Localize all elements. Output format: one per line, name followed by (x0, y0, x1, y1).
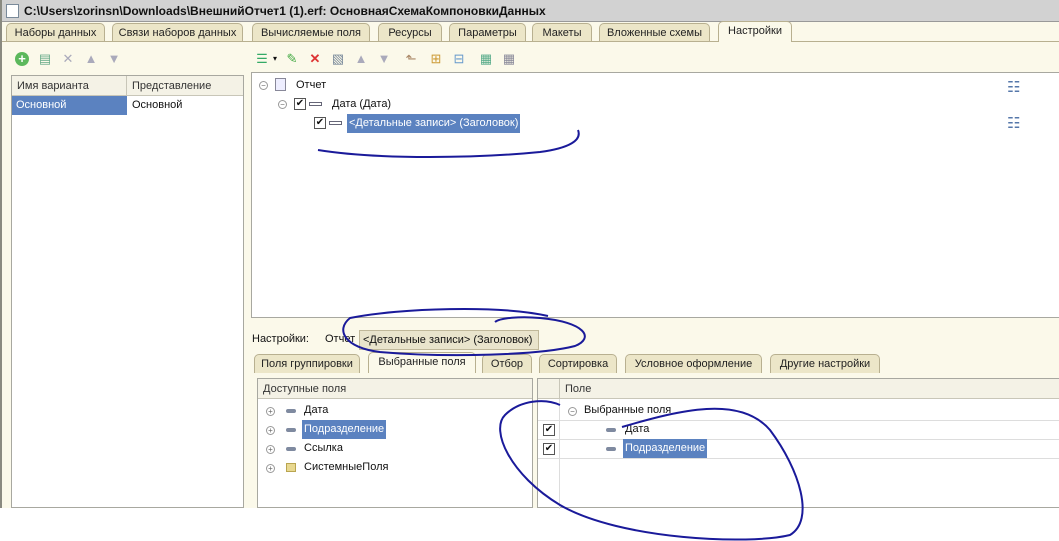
circle-scribble (499, 400, 804, 541)
annotation-scribbles (317, 129, 804, 541)
underline-scribble (317, 129, 580, 158)
circle-scribble (342, 308, 586, 357)
